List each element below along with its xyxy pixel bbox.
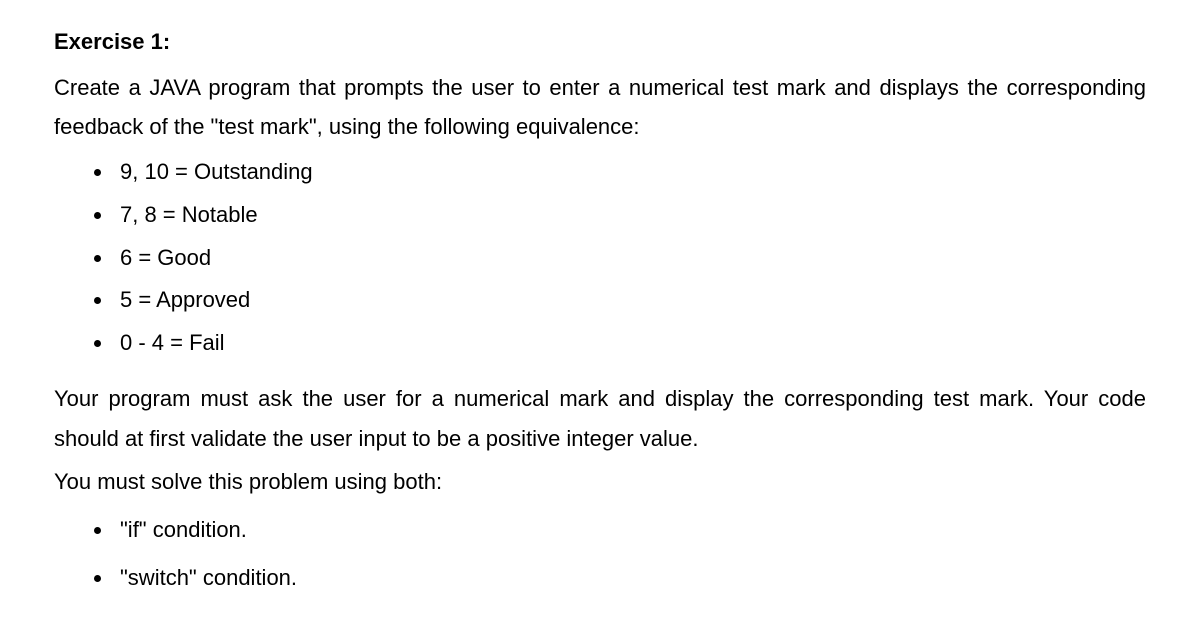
list-item: 6 = Good bbox=[114, 237, 1146, 280]
exercise-title: Exercise 1: bbox=[54, 22, 1146, 62]
list-item: "if" condition. bbox=[114, 506, 1146, 554]
intro-paragraph: Create a JAVA program that prompts the u… bbox=[54, 68, 1146, 147]
equivalence-list: 9, 10 = Outstanding 7, 8 = Notable 6 = G… bbox=[54, 151, 1146, 365]
list-item: 9, 10 = Outstanding bbox=[114, 151, 1146, 194]
list-item: 0 - 4 = Fail bbox=[114, 322, 1146, 365]
instruction-paragraph: Your program must ask the user for a num… bbox=[54, 379, 1146, 458]
list-item: "switch" condition. bbox=[114, 554, 1146, 602]
list-item: 5 = Approved bbox=[114, 279, 1146, 322]
list-item: 7, 8 = Notable bbox=[114, 194, 1146, 237]
methods-intro: You must solve this problem using both: bbox=[54, 462, 1146, 502]
exercise-document: Exercise 1: Create a JAVA program that p… bbox=[0, 0, 1200, 603]
methods-list: "if" condition. "switch" condition. bbox=[54, 506, 1146, 603]
